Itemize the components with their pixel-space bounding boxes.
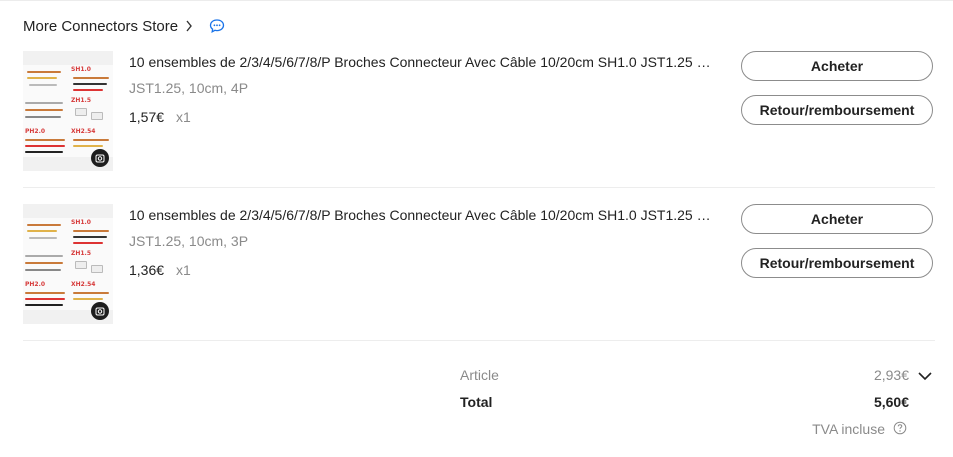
- return-refund-button[interactable]: Retour/remboursement: [741, 95, 933, 125]
- total-value: 5,60€: [873, 394, 909, 410]
- total-label: Total: [460, 394, 493, 410]
- camera-icon[interactable]: [91, 302, 109, 320]
- buy-again-button[interactable]: Acheter: [741, 204, 933, 234]
- product-thumbnail[interactable]: SH1.0 ZH1.5 PH2.0 XH2.54: [23, 51, 113, 171]
- summary-divider: [23, 340, 935, 341]
- question-circle-icon[interactable]: [893, 421, 907, 435]
- store-name[interactable]: More Connectors Store: [23, 18, 178, 35]
- thumb-tag: ZH1.5: [71, 97, 92, 104]
- item-divider: [23, 187, 935, 188]
- thumb-tag: SH1.0: [71, 66, 91, 73]
- chevron-right-icon[interactable]: [185, 20, 195, 32]
- buy-again-button[interactable]: Acheter: [741, 51, 933, 81]
- article-label: Article: [460, 367, 499, 383]
- thumb-tag: XH2.54: [71, 128, 96, 135]
- return-refund-button[interactable]: Retour/remboursement: [741, 248, 933, 278]
- product-price: 1,57€: [129, 109, 165, 125]
- product-variant: JST1.25, 10cm, 3P: [129, 233, 249, 249]
- product-quantity: x1: [176, 109, 191, 125]
- thumb-tag: PH2.0: [25, 128, 46, 135]
- product-title[interactable]: 10 ensembles de 2/3/4/5/6/7/8/P Broches …: [129, 207, 714, 223]
- product-quantity: x1: [176, 262, 191, 278]
- price-row: 1,57€ x1: [129, 109, 191, 125]
- thumb-tag: SH1.0: [71, 219, 91, 226]
- product-variant: JST1.25, 10cm, 4P: [129, 80, 249, 96]
- thumb-tag: XH2.54: [71, 281, 96, 288]
- product-title[interactable]: 10 ensembles de 2/3/4/5/6/7/8/P Broches …: [129, 54, 714, 70]
- tax-included-note: TVA incluse: [812, 421, 885, 437]
- top-border: [0, 0, 953, 1]
- price-row: 1,36€ x1: [129, 262, 191, 278]
- article-value: 2,93€: [873, 367, 909, 383]
- chevron-down-icon[interactable]: [917, 369, 933, 381]
- chat-bubble-icon[interactable]: [209, 18, 225, 34]
- thumb-tag: PH2.0: [25, 281, 46, 288]
- product-price: 1,36€: [129, 262, 165, 278]
- store-header[interactable]: More Connectors Store: [23, 16, 225, 36]
- product-thumbnail[interactable]: SH1.0 ZH1.5 PH2.0 XH2.54: [23, 204, 113, 324]
- camera-icon[interactable]: [91, 149, 109, 167]
- thumb-tag: ZH1.5: [71, 250, 92, 257]
